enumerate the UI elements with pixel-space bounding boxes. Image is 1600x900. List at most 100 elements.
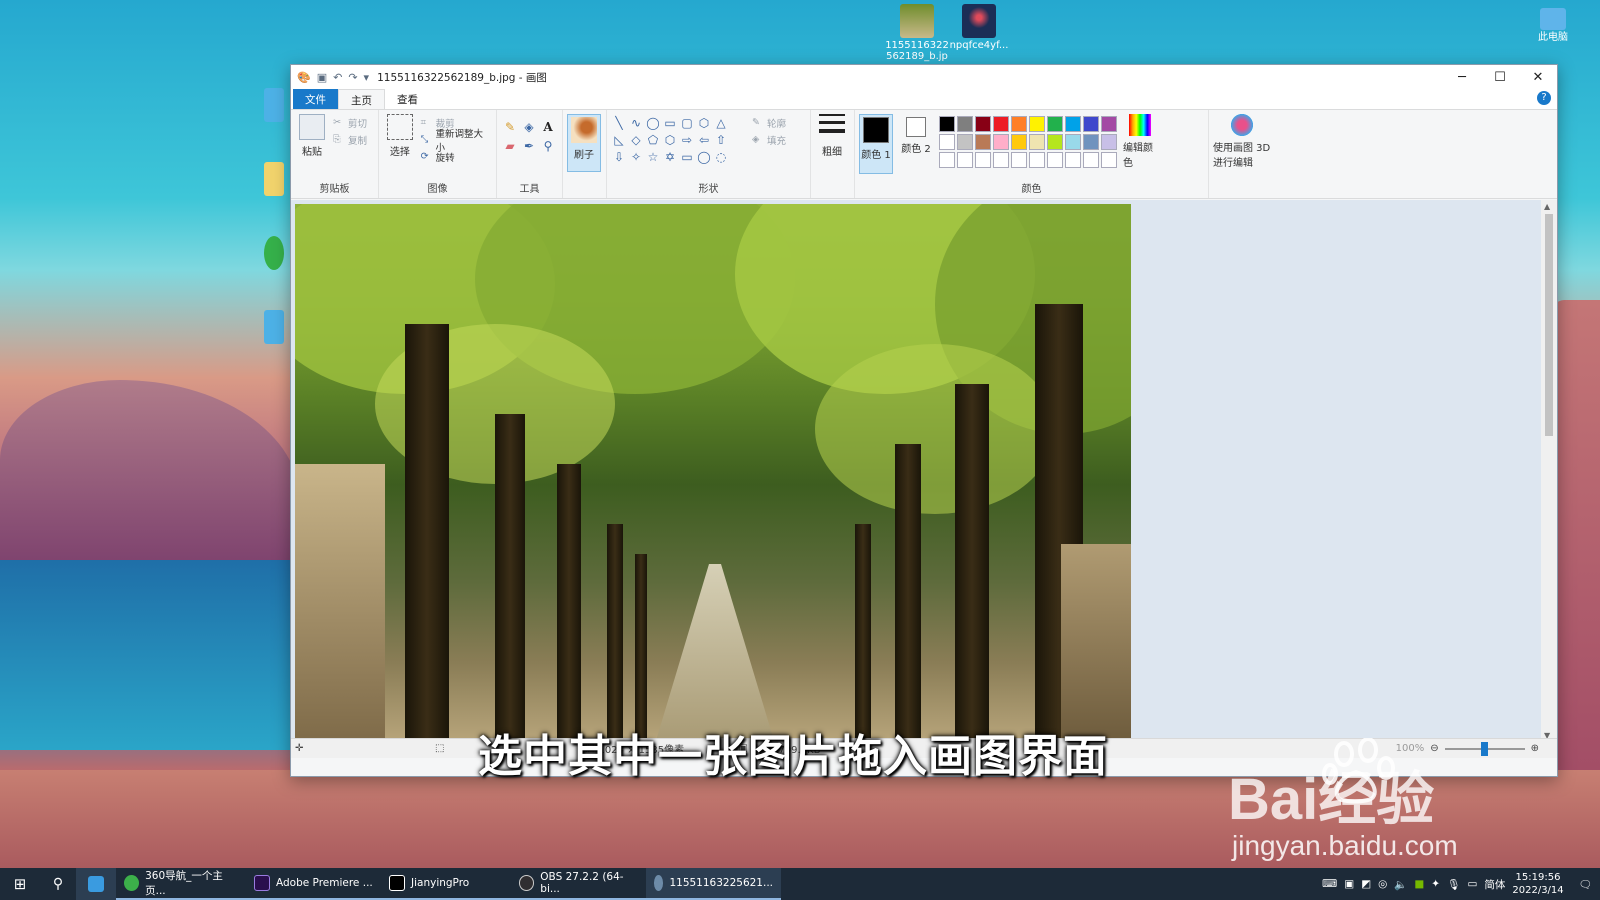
palette-swatch[interactable] — [1083, 116, 1099, 132]
palette-swatch[interactable] — [1011, 152, 1027, 168]
microphone-icon[interactable]: 🎙 — [1447, 878, 1460, 891]
outline-button[interactable]: ✎ 轮廓 — [752, 114, 786, 131]
shape-item[interactable]: ⬠ — [645, 133, 661, 149]
palette-swatch[interactable] — [957, 134, 973, 150]
clock[interactable]: 15:19:56 2022/3/14 — [1512, 871, 1563, 897]
zoom-slider-thumb[interactable] — [1480, 741, 1488, 756]
help-icon[interactable]: ? — [1537, 91, 1551, 105]
notification-icon[interactable]: 🗨 — [1579, 878, 1592, 891]
palette-swatch[interactable] — [957, 152, 973, 168]
shape-item[interactable]: ☆ — [645, 150, 661, 166]
redo-icon[interactable]: ↷ — [348, 71, 357, 84]
maximize-button[interactable]: ☐ — [1481, 70, 1519, 85]
color1-button[interactable]: 颜色 1 — [859, 114, 893, 174]
shape-item[interactable]: ⇦ — [696, 133, 712, 149]
shape-item[interactable]: ⬡ — [696, 116, 712, 132]
task-view-button[interactable] — [76, 868, 116, 900]
desktop-app-icon[interactable] — [264, 310, 284, 344]
minimize-button[interactable]: ─ — [1443, 70, 1481, 85]
zoom-slider[interactable] — [1444, 741, 1525, 756]
tray-app-icon[interactable]: ▣ — [1344, 878, 1354, 890]
magnifier-icon[interactable]: ⚲ — [539, 139, 557, 157]
tray-app-icon[interactable]: ✦ — [1431, 878, 1440, 890]
tray-app-icon[interactable]: ◎ — [1378, 878, 1387, 890]
shape-item[interactable]: ∿ — [628, 116, 644, 132]
palette-swatch[interactable] — [1101, 116, 1117, 132]
color-palette[interactable] — [939, 116, 1117, 174]
palette-swatch[interactable] — [1047, 116, 1063, 132]
palette-swatch[interactable] — [975, 134, 991, 150]
shape-item[interactable]: ▢ — [679, 116, 695, 132]
taskbar-app-obs[interactable]: OBS 27.2.2 (64-bi... — [511, 868, 646, 900]
scroll-thumb[interactable] — [1545, 214, 1553, 436]
desktop-icon-this-pc[interactable]: 此电脑 — [1520, 8, 1586, 43]
tray-app-icon[interactable]: ◩ — [1361, 878, 1371, 890]
taskbar-app-premiere[interactable]: Adobe Premiere ... — [246, 868, 381, 900]
palette-swatch[interactable] — [1101, 134, 1117, 150]
tab-file[interactable]: 文件 — [293, 89, 338, 109]
palette-swatch[interactable] — [1101, 152, 1117, 168]
shape-item[interactable]: ◯ — [696, 150, 712, 166]
palette-swatch[interactable] — [1047, 134, 1063, 150]
shape-item[interactable] — [730, 150, 746, 166]
palette-swatch[interactable] — [975, 116, 991, 132]
palette-swatch[interactable] — [1083, 152, 1099, 168]
edit-colors-button[interactable]: 编辑颜色 — [1123, 114, 1157, 174]
shapes-gallery[interactable]: ╲ ∿ ◯ ▭ ▢ ⬡ △ ◺ ◇ ⬠ ⬡ ⇨ ⇦ ⇧ ⇩ ✧ ☆ ✡ ▭ ◯ ◌ — [611, 116, 746, 166]
close-button[interactable]: ✕ — [1519, 70, 1557, 85]
palette-swatch[interactable] — [1029, 134, 1045, 150]
keyboard-icon[interactable]: ⌨ — [1322, 878, 1337, 890]
shape-item[interactable]: ▭ — [662, 116, 678, 132]
start-button[interactable]: ⊞ — [0, 868, 40, 900]
desktop-icon-photo[interactable]: 1155116322 562189_b.jp — [884, 4, 950, 62]
shape-item[interactable]: ⬡ — [662, 133, 678, 149]
shape-item[interactable]: ╲ — [611, 116, 627, 132]
shape-item[interactable]: ◺ — [611, 133, 627, 149]
color2-button[interactable]: 颜色 2 — [899, 114, 933, 174]
paint3d-button[interactable]: 使用画图 3D 进行编辑 — [1213, 114, 1271, 169]
size-button[interactable]: 粗细 — [815, 114, 849, 158]
undo-icon[interactable]: ↶ — [333, 71, 342, 84]
palette-swatch[interactable] — [993, 134, 1009, 150]
nvidia-icon[interactable]: ■ — [1414, 878, 1424, 890]
paste-button[interactable]: 粘贴 — [295, 114, 329, 158]
shape-item[interactable]: △ — [713, 116, 729, 132]
shape-item[interactable] — [730, 133, 746, 149]
palette-swatch[interactable] — [939, 152, 955, 168]
shape-item[interactable]: ⇩ — [611, 150, 627, 166]
palette-swatch[interactable] — [1065, 134, 1081, 150]
canvas-area[interactable]: ▲ ▼ ✛ ⬚ ⬚ 1024 × 1535像素 ▣ 大小: 709.5KB 10… — [291, 200, 1557, 758]
shape-item[interactable]: ⇧ — [713, 133, 729, 149]
customize-toolbar-icon[interactable]: ▾ — [364, 71, 370, 84]
tab-home[interactable]: 主页 — [338, 89, 385, 109]
palette-swatch[interactable] — [939, 116, 955, 132]
eraser-icon[interactable]: ▰ — [501, 139, 519, 157]
palette-swatch[interactable] — [993, 152, 1009, 168]
shape-item[interactable]: ◇ — [628, 133, 644, 149]
shape-item[interactable]: ✡ — [662, 150, 678, 166]
palette-swatch[interactable] — [1029, 116, 1045, 132]
shape-item[interactable]: ⇨ — [679, 133, 695, 149]
palette-swatch[interactable] — [1029, 152, 1045, 168]
taskbar-app-jianying[interactable]: JianyingPro — [381, 868, 511, 900]
desktop-icon-image2[interactable]: npqfce4yf... — [946, 4, 1012, 51]
canvas-image[interactable] — [295, 204, 1131, 744]
shape-item[interactable]: ✧ — [628, 150, 644, 166]
palette-swatch[interactable] — [1011, 134, 1027, 150]
shape-item[interactable] — [730, 116, 746, 132]
ime-indicator[interactable]: 简体 — [1484, 877, 1505, 892]
palette-swatch[interactable] — [1083, 134, 1099, 150]
palette-swatch[interactable] — [1047, 152, 1063, 168]
volume-icon[interactable]: 🔈 — [1394, 878, 1407, 891]
palette-swatch[interactable] — [939, 134, 955, 150]
search-button[interactable]: ⚲ — [40, 868, 76, 900]
shape-item[interactable]: ▭ — [679, 150, 695, 166]
brush-button[interactable]: 刷子 — [567, 114, 601, 172]
palette-swatch[interactable] — [957, 116, 973, 132]
fill-button[interactable]: ◈ 填充 — [752, 131, 786, 148]
shape-item[interactable]: ◯ — [645, 116, 661, 132]
select-button[interactable]: 选择 — [383, 114, 417, 165]
palette-swatch[interactable] — [1011, 116, 1027, 132]
zoom-in-icon[interactable]: ⊕ — [1531, 743, 1539, 754]
pencil-icon[interactable]: ✎ — [501, 120, 519, 138]
